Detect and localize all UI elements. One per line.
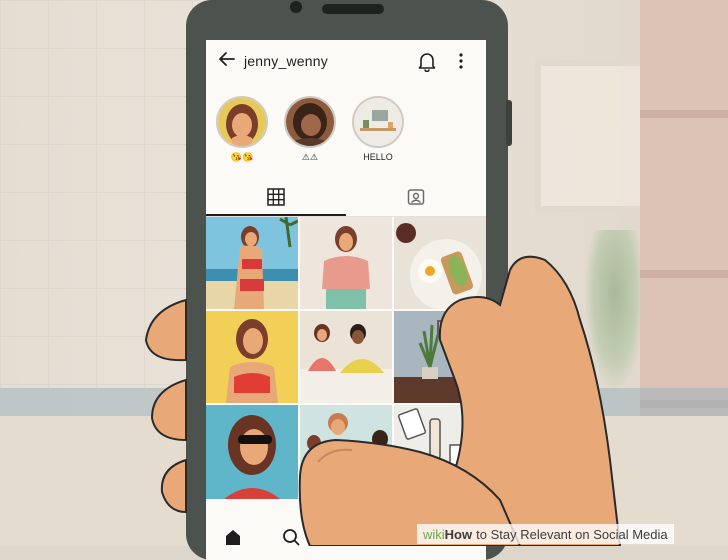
highlight-2[interactable]: ⚠⚠: [284, 96, 336, 163]
post-8[interactable]: [300, 405, 392, 499]
post-4[interactable]: [206, 311, 298, 403]
tab-tagged[interactable]: [346, 180, 486, 214]
background-window: [535, 60, 657, 212]
notifications-button[interactable]: [418, 52, 436, 73]
search-icon: [283, 529, 300, 546]
highlight-2-label: ⚠⚠: [301, 152, 319, 162]
brand-wiki: wiki: [423, 526, 445, 542]
post-5[interactable]: [300, 311, 392, 403]
earpiece: [322, 4, 384, 14]
reels-icon: [338, 528, 356, 546]
highlight-2-avatar: [284, 96, 336, 148]
post-7[interactable]: [206, 405, 298, 499]
watermark-caption: wiki How to Stay Relevant on Social Media: [417, 524, 674, 544]
arrow-left-icon: [219, 52, 235, 66]
tab-posts-grid[interactable]: [206, 180, 346, 214]
profile-tabs: [206, 180, 486, 217]
side-button[interactable]: [506, 100, 512, 146]
home-icon: [226, 530, 240, 545]
highlight-1[interactable]: 😘😘: [216, 96, 268, 163]
bell-icon: [418, 53, 436, 73]
highlight-3-label: HELLO: [363, 152, 393, 162]
more-options-button[interactable]: [458, 52, 464, 73]
post-2[interactable]: [300, 217, 392, 309]
highlight-3-avatar: [352, 96, 404, 148]
posts-grid: [206, 217, 486, 499]
highlight-1-avatar: [216, 96, 268, 148]
nav-search[interactable]: [282, 528, 300, 546]
highlight-3[interactable]: HELLO: [352, 96, 404, 162]
post-3[interactable]: [394, 217, 486, 309]
caption-title: to Stay Relevant on Social Media: [476, 526, 668, 542]
more-vertical-icon: [459, 53, 463, 69]
nav-home[interactable]: [224, 528, 242, 546]
front-camera: [290, 1, 302, 13]
profile-header: jenny_wenny: [206, 40, 486, 84]
grid-icon: [267, 188, 285, 206]
brand-how: How: [444, 526, 473, 542]
post-6[interactable]: [394, 311, 486, 403]
background-plant: [585, 230, 645, 390]
post-9[interactable]: [394, 405, 486, 499]
profile-username: jenny_wenny: [244, 53, 328, 69]
phone-screen: jenny_wenny 😘😘 ⚠⚠ HELLO: [206, 40, 486, 560]
post-1[interactable]: [206, 217, 298, 309]
back-button[interactable]: [218, 50, 236, 73]
highlight-1-label: 😘😘: [230, 152, 254, 162]
tagged-icon: [407, 189, 425, 205]
background-wall-tiles: [0, 0, 200, 388]
nav-reels[interactable]: [338, 528, 356, 546]
